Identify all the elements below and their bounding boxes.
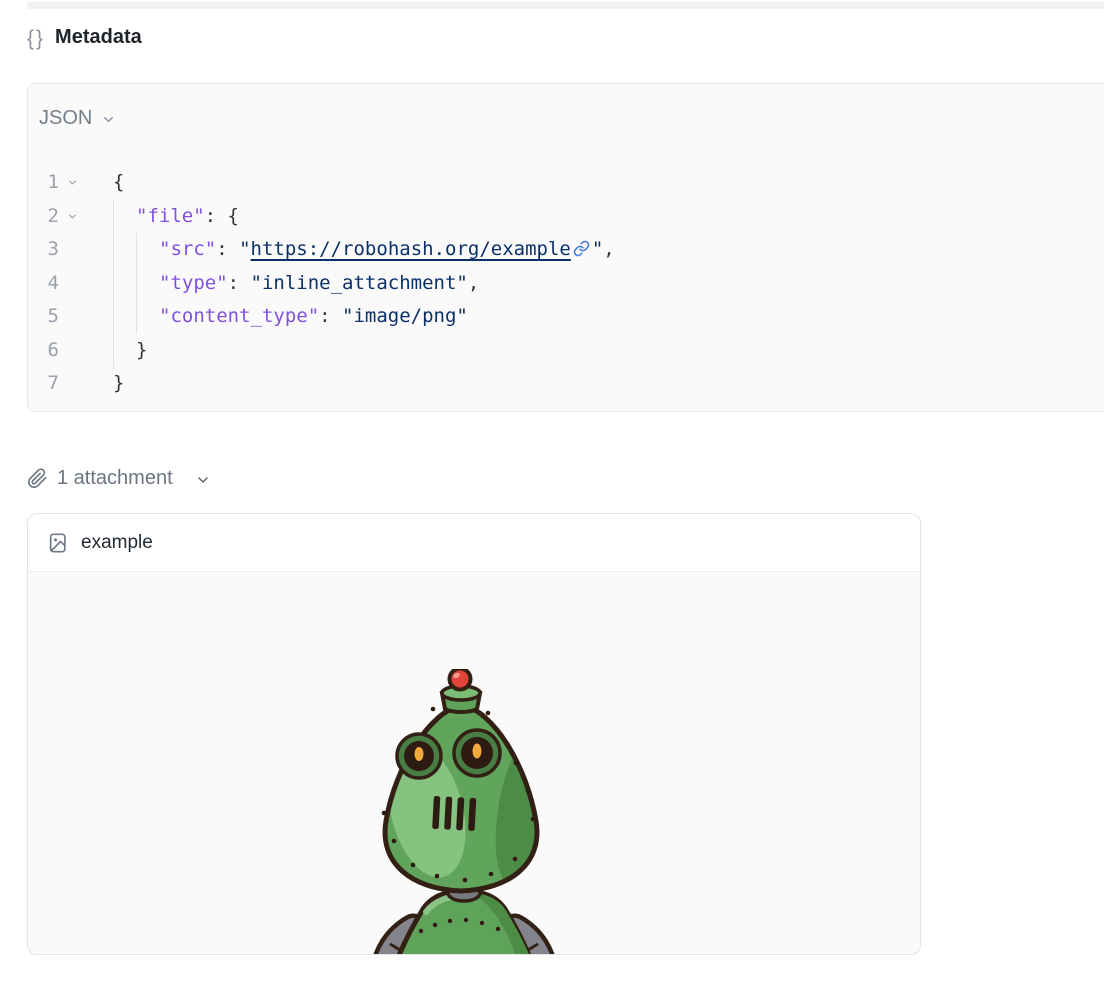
line-number: 3 <box>28 233 59 267</box>
fold-chevron-icon[interactable] <box>59 177 85 188</box>
code-line-3: 3 "src": "https://robohash.org/example", <box>28 233 1104 267</box>
code-line-4: 4 "type": "inline_attachment", <box>28 267 1104 301</box>
code-token: , <box>468 272 479 294</box>
attachments-toggle[interactable]: 1 attachment <box>27 463 211 493</box>
code-token: : <box>228 272 251 294</box>
attachment-preview <box>28 572 920 955</box>
paperclip-icon <box>27 468 48 489</box>
line-number: 1 <box>28 166 59 200</box>
code-token: : <box>319 305 342 327</box>
language-selector[interactable]: JSON <box>28 105 1104 132</box>
metadata-json-viewer: JSON 1 { 2 "file": { 3 "src": "https://r… <box>27 83 1104 412</box>
code-editor: 1 { 2 "file": { 3 "src": "https://roboha… <box>28 166 1104 401</box>
code-token: } <box>113 372 124 394</box>
code-token: : { <box>205 205 239 227</box>
code-line-7: 7 } <box>28 367 1104 401</box>
code-token-string: " <box>239 238 250 260</box>
code-line-2: 2 "file": { <box>28 200 1104 234</box>
code-line-5: 5 "content_type": "image/png" <box>28 300 1104 334</box>
code-token-string: " <box>592 238 603 260</box>
code-token-key: "file" <box>136 205 205 227</box>
line-number: 7 <box>28 367 59 401</box>
line-number: 2 <box>28 200 59 234</box>
braces-icon: {} <box>27 26 45 49</box>
code-token-key: "content_type" <box>159 305 319 327</box>
attachment-card: example <box>27 513 921 955</box>
code-token-string: "inline_attachment" <box>251 272 468 294</box>
line-number: 5 <box>28 300 59 334</box>
attachment-card-header: example <box>28 514 920 572</box>
robot-illustration <box>369 669 559 955</box>
top-divider <box>27 2 1104 9</box>
code-token: { <box>113 171 124 193</box>
code-token-key: "type" <box>159 272 228 294</box>
code-token: : <box>216 238 239 260</box>
line-number: 6 <box>28 334 59 368</box>
attachments-count-label: 1 attachment <box>57 467 173 490</box>
image-file-icon <box>47 532 69 554</box>
code-token-string: "image/png" <box>342 305 468 327</box>
external-link-icon[interactable] <box>573 235 590 269</box>
url-link[interactable]: https://robohash.org/example <box>251 238 571 260</box>
code-line-6: 6 } <box>28 334 1104 368</box>
section-title: Metadata <box>55 26 142 49</box>
chevron-down-icon[interactable] <box>101 112 116 127</box>
attachment-filename: example <box>81 532 153 554</box>
code-token: } <box>136 339 147 361</box>
code-token: , <box>603 238 614 260</box>
line-number: 4 <box>28 267 59 301</box>
fold-chevron-icon[interactable] <box>59 211 85 222</box>
code-line-1: 1 { <box>28 166 1104 200</box>
language-label: JSON <box>39 107 92 130</box>
code-token-key: "src" <box>159 238 216 260</box>
chevron-down-icon[interactable] <box>195 472 211 488</box>
metadata-section-header: {} Metadata <box>27 26 142 49</box>
